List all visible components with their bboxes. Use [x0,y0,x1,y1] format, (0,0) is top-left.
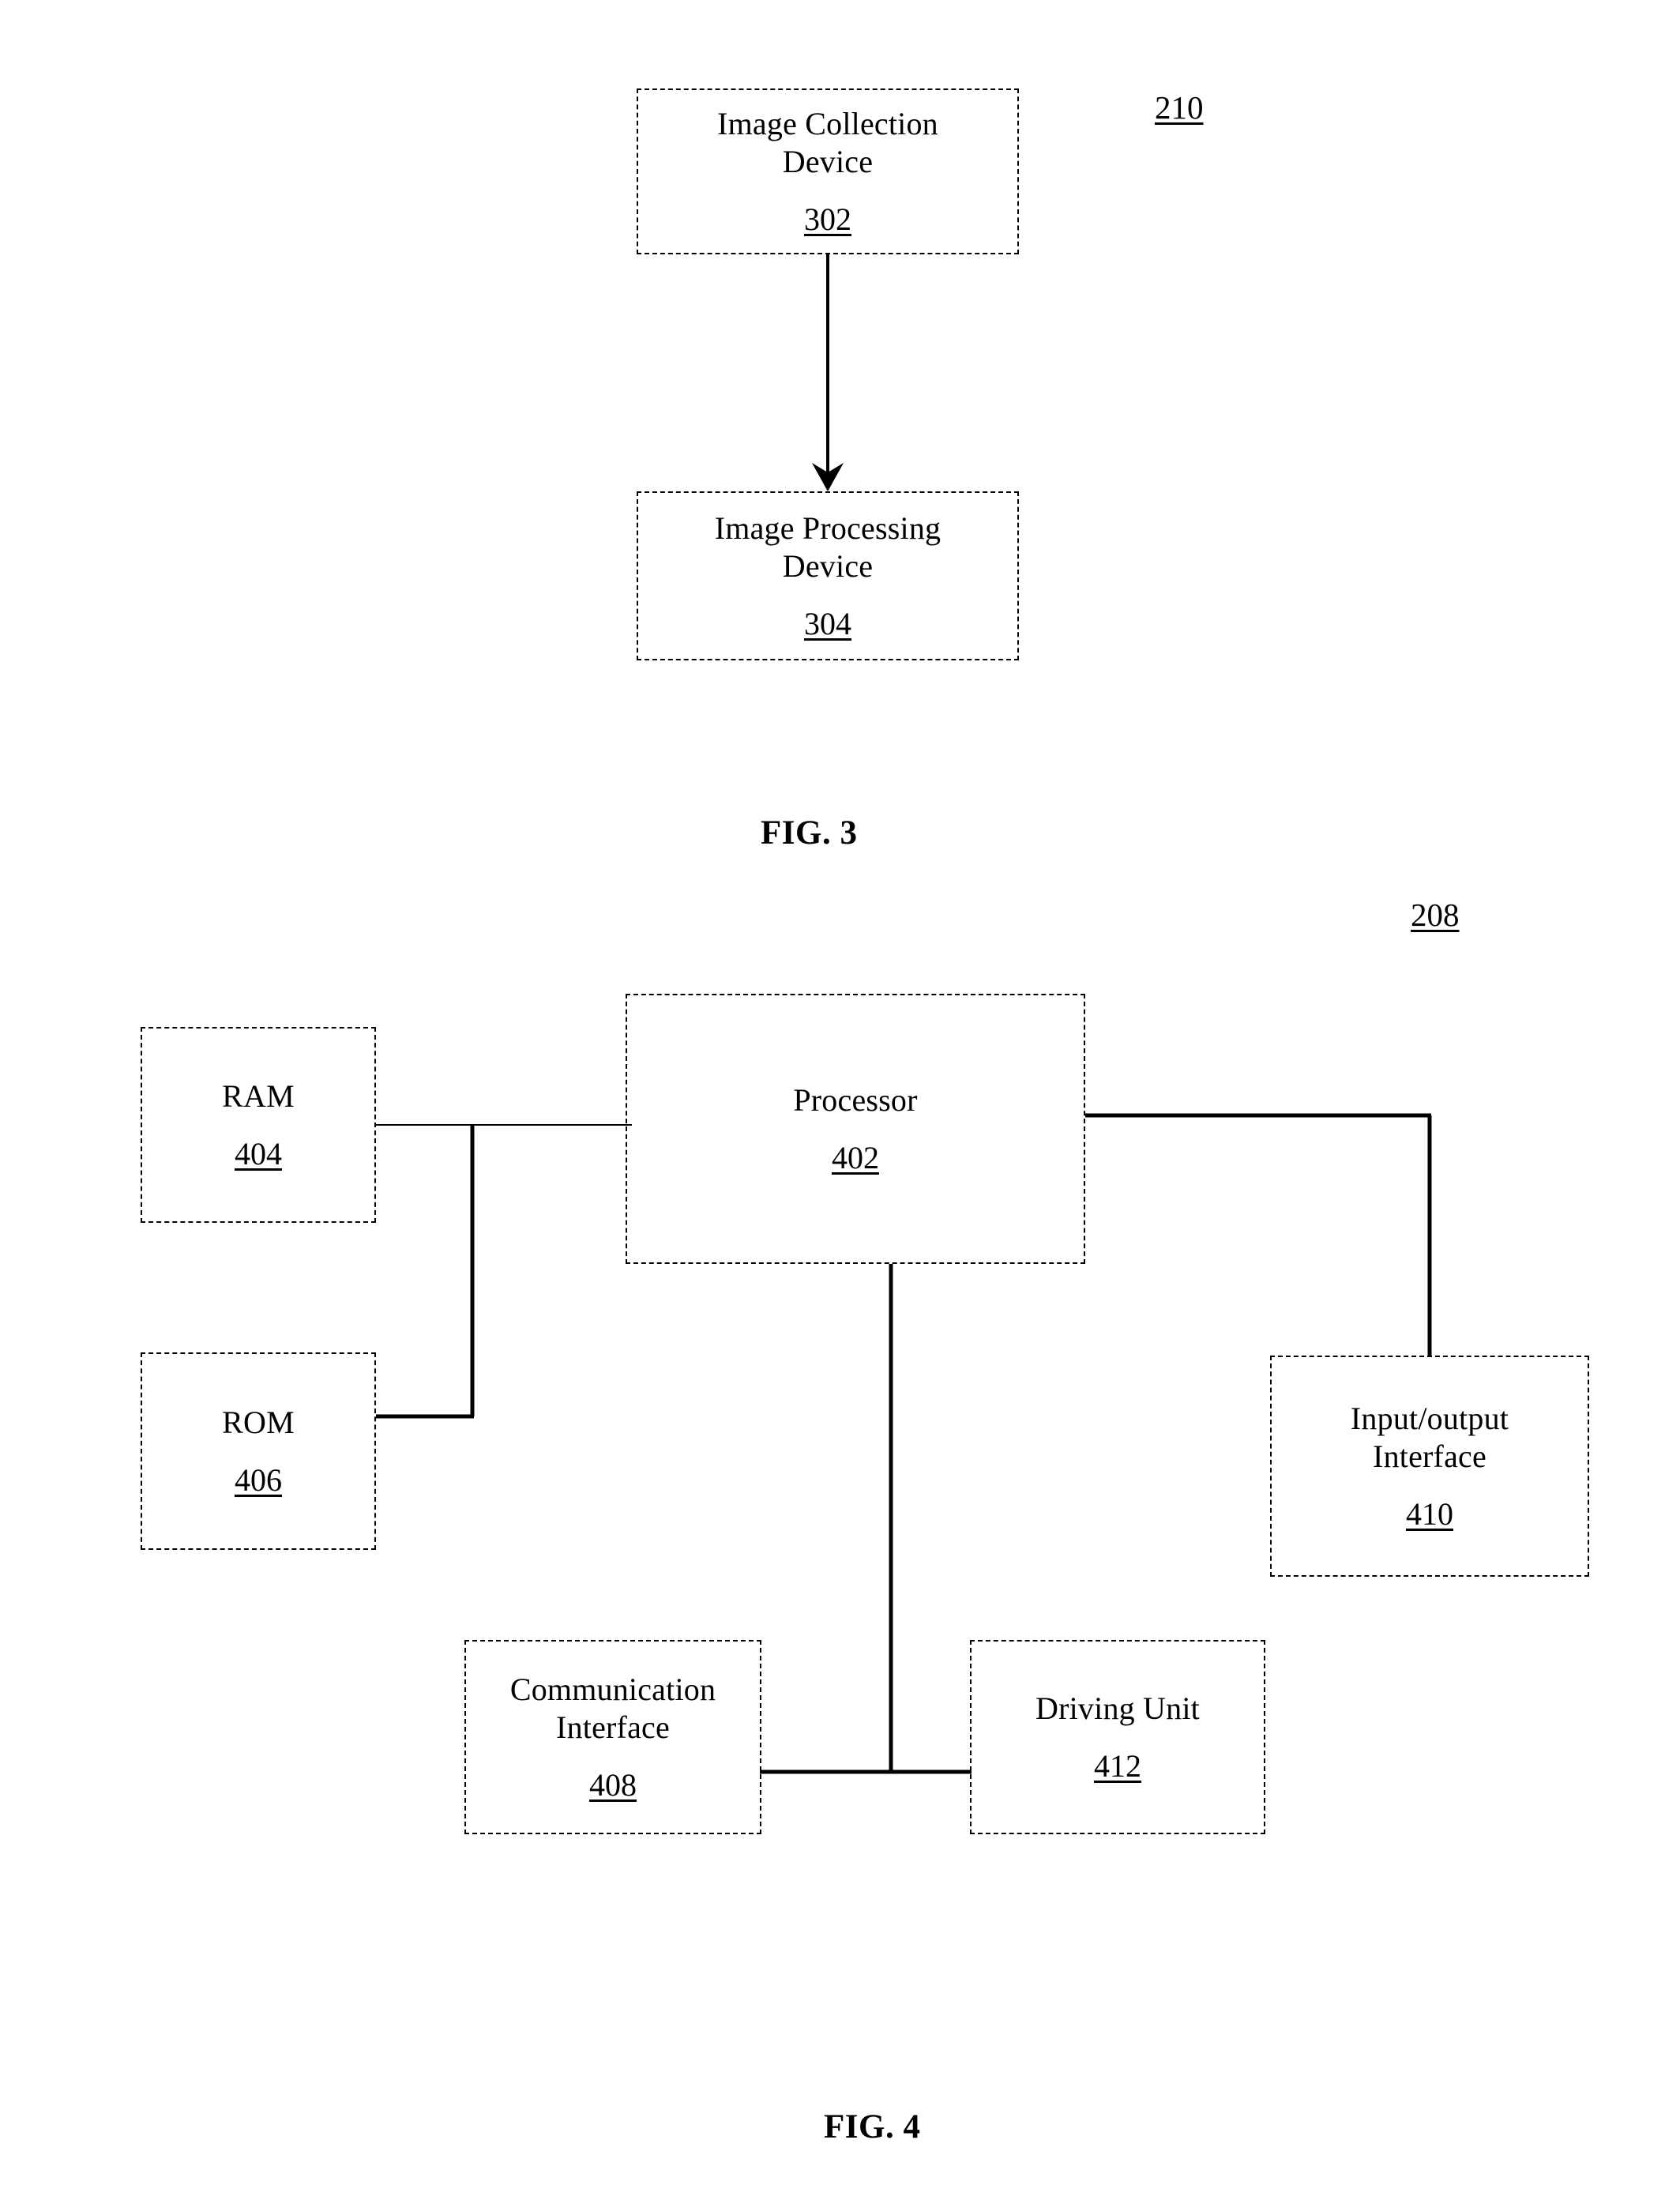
node-ref-410: 410 [1406,1495,1453,1532]
figure-caption-3: FIG. 3 [761,814,858,852]
node-ref-302: 302 [804,201,851,237]
node-ref-408: 408 [589,1766,637,1803]
node-ref-304: 304 [804,605,851,641]
node-label-input-output-interface: Input/output Interface [1350,1401,1509,1474]
node-label-communication-interface: Communication Interface [509,1672,716,1745]
node-ref-406: 406 [235,1462,282,1499]
node-label-image-collection-device: Image Collection Device [717,106,938,179]
node-label-image-processing-device: Image Processing Device [714,510,941,584]
node-label-rom: ROM [222,1404,295,1440]
node-rom[interactable]: ROM 406 [141,1352,376,1550]
node-image-collection-device[interactable]: Image Collection Device 302 [637,88,1019,254]
node-input-output-interface[interactable]: Input/output Interface 410 [1270,1356,1589,1577]
reference-numeral-210: 210 [1155,89,1204,126]
figure-caption-4: FIG. 4 [824,2108,921,2145]
node-label-ram: RAM [222,1077,295,1114]
node-image-processing-device[interactable]: Image Processing Device 304 [637,491,1019,660]
node-driving-unit[interactable]: Driving Unit 412 [970,1640,1265,1834]
node-processor[interactable]: Processor 402 [626,994,1085,1264]
node-communication-interface[interactable]: Communication Interface 408 [464,1640,761,1834]
node-ref-402: 402 [832,1140,879,1176]
patent-drawing-sheet: Image Collection Device 302 Image Proces… [0,0,1680,2200]
node-ram[interactable]: RAM 404 [141,1027,376,1223]
node-ref-412: 412 [1094,1748,1141,1784]
node-ref-404: 404 [235,1136,282,1172]
node-label-processor: Processor [793,1081,918,1118]
arrowhead-302-to-304 [812,463,844,491]
reference-numeral-208: 208 [1411,897,1460,933]
node-label-driving-unit: Driving Unit [1035,1690,1200,1726]
